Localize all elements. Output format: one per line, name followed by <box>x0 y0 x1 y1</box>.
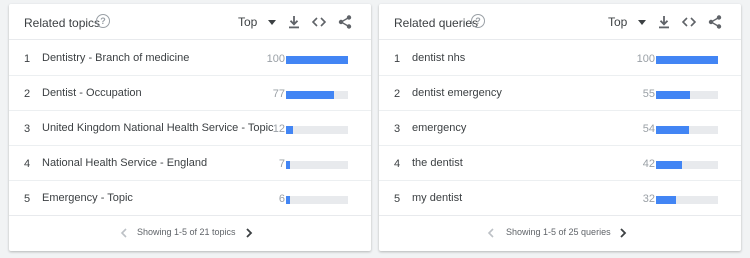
bar-fill <box>286 91 334 99</box>
row-index: 5 <box>394 193 401 205</box>
row-label[interactable]: Dentist - Occupation <box>42 87 142 99</box>
row-label[interactable]: emergency <box>412 122 466 134</box>
bar-track <box>656 196 718 204</box>
pager-text: Showing 1-5 of 25 queries <box>506 227 611 237</box>
list-item[interactable]: 1 dentist nhs 100 <box>379 41 741 76</box>
bar-fill <box>656 91 691 99</box>
row-index: 1 <box>24 53 31 65</box>
pagination: Showing 1-5 of 25 queries <box>379 217 741 251</box>
bar-track <box>656 126 718 134</box>
list-item[interactable]: 4 National Health Service - England 7 <box>9 146 371 181</box>
list-item[interactable]: 5 my dentist 32 <box>379 181 741 216</box>
list-item[interactable]: 3 United Kingdom National Health Service… <box>9 111 371 146</box>
row-label[interactable]: Dentistry - Branch of medicine <box>42 52 189 64</box>
bar-fill <box>286 56 348 64</box>
card-header: Related topics ? Top <box>9 4 371 40</box>
share-icon[interactable] <box>337 14 353 30</box>
row-value: 6 <box>278 193 285 205</box>
bar-fill <box>656 196 676 204</box>
related-topics-card: Related topics ? Top 1 Dentistry - Branc… <box>9 4 371 251</box>
row-label[interactable]: dentist nhs <box>412 52 465 64</box>
list-item[interactable]: 2 Dentist - Occupation 77 <box>9 76 371 111</box>
row-index: 4 <box>394 158 401 170</box>
filter-select[interactable]: Top <box>608 15 627 31</box>
row-value: 54 <box>642 123 655 135</box>
bar-fill <box>656 161 683 169</box>
bar-track <box>286 126 348 134</box>
row-index: 3 <box>394 123 401 135</box>
help-icon[interactable]: ? <box>96 14 110 28</box>
row-value: 7 <box>278 158 285 170</box>
row-index: 4 <box>24 158 31 170</box>
row-label[interactable]: Emergency - Topic <box>42 192 133 204</box>
row-label[interactable]: United Kingdom National Health Service -… <box>42 122 274 134</box>
row-value: 100 <box>266 53 285 65</box>
topics-list: 1 Dentistry - Branch of medicine 100 2 D… <box>9 41 371 216</box>
row-index: 2 <box>394 88 401 100</box>
share-icon[interactable] <box>707 14 723 30</box>
queries-list: 1 dentist nhs 100 2 dentist emergency 55… <box>379 41 741 216</box>
bar-fill <box>286 126 294 134</box>
row-value: 42 <box>642 158 655 170</box>
chevron-left-icon[interactable] <box>485 226 497 240</box>
row-index: 5 <box>24 193 31 205</box>
related-queries-card: Related queries ? Top 1 dentist nhs 100 … <box>379 4 741 251</box>
card-header: Related queries ? Top <box>379 4 741 40</box>
pager-text: Showing 1-5 of 21 topics <box>137 227 236 237</box>
bar-track <box>656 91 718 99</box>
row-value: 12 <box>272 123 285 135</box>
bar-fill <box>656 56 718 64</box>
card-title: Related topics <box>24 16 101 30</box>
bar-track <box>656 161 718 169</box>
download-icon[interactable] <box>656 14 672 30</box>
row-value: 77 <box>272 88 285 100</box>
caret-down-icon[interactable] <box>268 20 276 25</box>
row-value: 55 <box>642 88 655 100</box>
list-item[interactable]: 4 the dentist 42 <box>379 146 741 181</box>
list-item[interactable]: 3 emergency 54 <box>379 111 741 146</box>
row-label[interactable]: dentist emergency <box>412 87 502 99</box>
row-label[interactable]: the dentist <box>412 157 463 169</box>
bar-track <box>656 56 718 64</box>
caret-down-icon[interactable] <box>638 20 646 25</box>
filter-select[interactable]: Top <box>238 15 257 31</box>
list-item[interactable]: 5 Emergency - Topic 6 <box>9 181 371 216</box>
bar-fill <box>286 196 290 204</box>
chevron-right-icon[interactable] <box>617 226 629 240</box>
row-index: 2 <box>24 88 31 100</box>
pagination: Showing 1-5 of 21 topics <box>9 217 371 251</box>
help-icon[interactable]: ? <box>471 14 485 28</box>
card-title: Related queries <box>394 16 479 30</box>
embed-code-icon[interactable] <box>311 14 327 30</box>
row-value: 100 <box>636 53 655 65</box>
row-index: 3 <box>24 123 31 135</box>
bar-track <box>286 196 348 204</box>
bar-track <box>286 91 348 99</box>
bar-track <box>286 161 348 169</box>
row-label[interactable]: my dentist <box>412 192 462 204</box>
list-item[interactable]: 1 Dentistry - Branch of medicine 100 <box>9 41 371 76</box>
bar-fill <box>286 161 291 169</box>
embed-code-icon[interactable] <box>681 14 697 30</box>
download-icon[interactable] <box>286 14 302 30</box>
bar-fill <box>656 126 690 134</box>
chevron-right-icon[interactable] <box>243 226 255 240</box>
row-value: 32 <box>642 193 655 205</box>
chevron-left-icon[interactable] <box>118 226 130 240</box>
bar-track <box>286 56 348 64</box>
row-index: 1 <box>394 53 401 65</box>
row-label[interactable]: National Health Service - England <box>42 157 207 169</box>
list-item[interactable]: 2 dentist emergency 55 <box>379 76 741 111</box>
